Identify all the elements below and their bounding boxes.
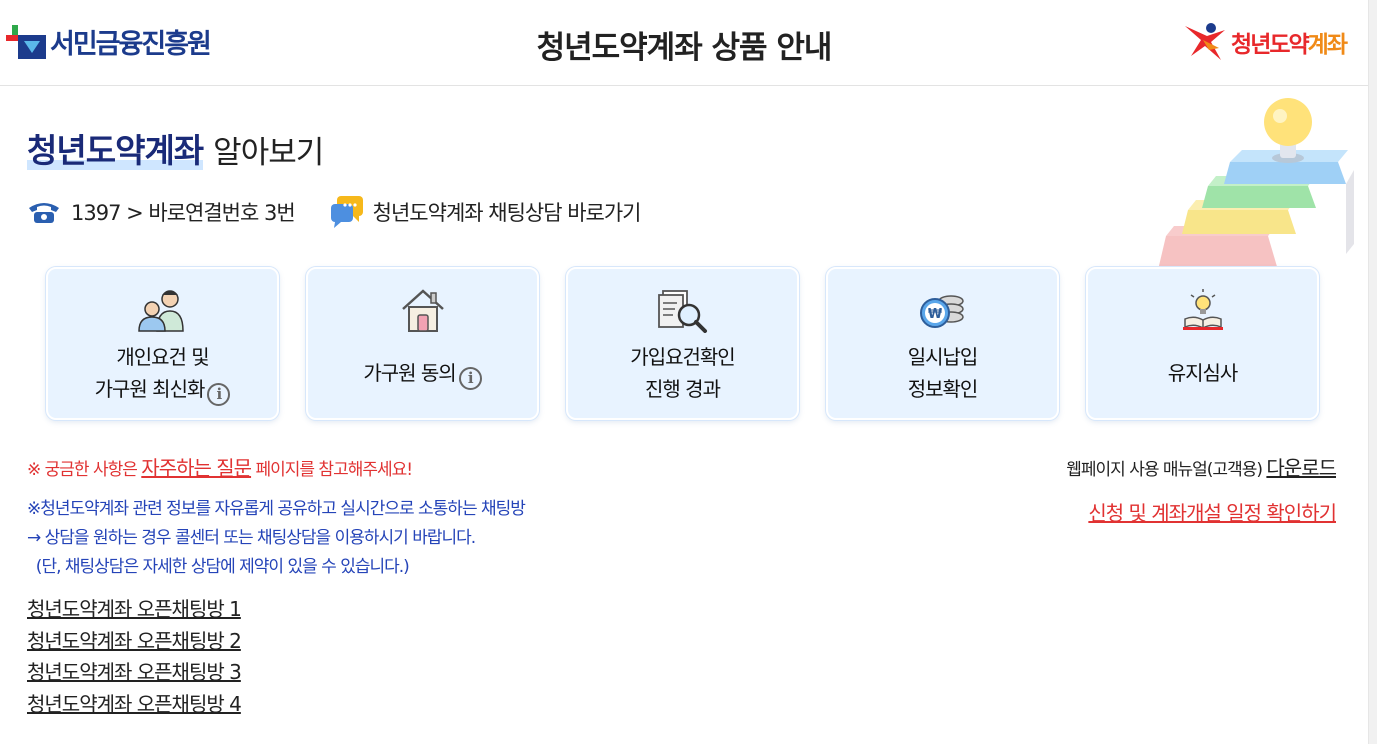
note-line: → 상담을 원하는 경우 콜센터 또는 채팅상담을 이용하시기 바랍니다. [27,528,476,548]
card-label-line1: 가구원 동의 [363,361,456,385]
card-label: 가구원 동의 i [308,357,537,390]
svg-text:₩: ₩ [927,307,942,322]
brand-star-icon [1185,23,1226,60]
card-label: 유지심사 [1088,357,1317,389]
faq-link[interactable]: 자주하는 질문 [141,456,252,480]
faq-notice-prefix: ※ 궁금한 사항은 [27,460,142,480]
info-icon[interactable]: i [207,383,231,406]
document-search-icon [657,290,707,333]
card-label: 가입요건확인 진행 경과 [568,341,797,405]
brand-name: 청년도약계좌 [1231,25,1348,59]
page-title: 청년도약계좌 알아보기 [27,124,324,172]
card-label-line2: 가구원 최신화 [94,377,206,401]
brand-name-red: 청년도약 [1231,32,1310,58]
schedule-check-link[interactable]: 신청 및 계좌개설 일정 확인하기 [1088,497,1337,526]
faq-notice-suffix: 페이지를 참고해주세요! [251,460,413,480]
note-line: ※청년도약계좌 관련 정보를 자유롭게 공유하고 실시간으로 소통하는 채팅방 [27,499,526,519]
card-personal-household-update[interactable]: 개인요건 및 가구원 최신화 i [46,267,279,420]
won-coins-icon: ₩ [919,295,964,328]
card-label-line2: 정보확인 [907,377,979,401]
chat-consult-link[interactable]: 청년도약계좌 채팅상담 바로가기 [373,197,642,227]
phone-number-text: 1397 > 바로연결번호 3번 [71,201,296,225]
contact-row: 1397 > 바로연결번호 3번 청년도약계좌 채팅상담 바로가기 [27,193,642,231]
info-icon[interactable]: i [458,367,482,390]
card-lump-sum-info[interactable]: ₩ 일시납입 정보확인 [826,267,1059,420]
card-eligibility-progress[interactable]: 가입요건확인 진행 경과 [566,267,799,420]
card-label: 개인요건 및 가구원 최신화 i [48,341,277,406]
open-chat-room-link-2[interactable]: 청년도약계좌 오픈채팅방 2 [27,626,242,658]
card-maintenance-review[interactable]: 유지심사 [1086,267,1319,420]
people-icon [137,290,184,332]
chat-bubble-icon[interactable] [329,194,365,230]
phone-icon [29,203,59,223]
menu-cards: 개인요건 및 가구원 최신화 i 가구원 동의 i 가입요건확인 진행 경과 ₩… [46,267,1319,420]
stairs-lightbulb-illustration [1158,98,1354,270]
open-chat-room-link-3[interactable]: 청년도약계좌 오픈채팅방 3 [27,657,242,689]
house-icon [401,289,444,332]
card-label-line1: 일시납입 [907,345,979,369]
page-title-main: 청년도약계좌 [27,124,204,172]
lightbulb-book-icon [1182,289,1223,330]
page-header-title: 청년도약계좌 상품 안내 [536,30,833,66]
card-label: 일시납입 정보확인 [828,341,1057,405]
card-label-line1: 유지심사 [1167,361,1239,385]
scrollbar[interactable] [1368,0,1377,744]
manual-download: 웹페이지 사용 매뉴얼(고객용) 다운로드 [1066,452,1337,481]
brand-name-orange: 계좌 [1307,32,1348,58]
brand-logo[interactable]: 청년도약계좌 [1181,20,1348,64]
card-household-consent[interactable]: 가구원 동의 i [306,267,539,420]
page-title-sub: 알아보기 [213,135,324,171]
header: 서민금융진흥원 청년도약계좌 상품 안내 청년도약계좌 [0,0,1368,86]
open-chat-room-link-1[interactable]: 청년도약계좌 오픈채팅방 1 [27,594,242,626]
card-label-line1: 개인요건 및 [116,345,209,369]
manual-label: 웹페이지 사용 매뉴얼(고객용) [1066,460,1267,480]
faq-notice: ※ 궁금한 사항은 자주하는 질문 페이지를 참고해주세요! [27,452,413,481]
chat-room-notes: ※청년도약계좌 관련 정보를 자유롭게 공유하고 실시간으로 소통하는 채팅방 … [27,495,526,582]
open-chat-room-link-4[interactable]: 청년도약계좌 오픈채팅방 4 [27,689,242,721]
note-line: (단, 채팅상담은 자세한 상담에 제약이 있을 수 있습니다.) [27,557,410,577]
card-label-line1: 가입요건확인 [630,345,735,369]
open-chat-room-links: 청년도약계좌 오픈채팅방 1 청년도약계좌 오픈채팅방 2 청년도약계좌 오픈채… [27,594,242,721]
card-label-line2: 진행 경과 [645,377,721,401]
manual-download-link[interactable]: 다운로드 [1266,456,1337,480]
